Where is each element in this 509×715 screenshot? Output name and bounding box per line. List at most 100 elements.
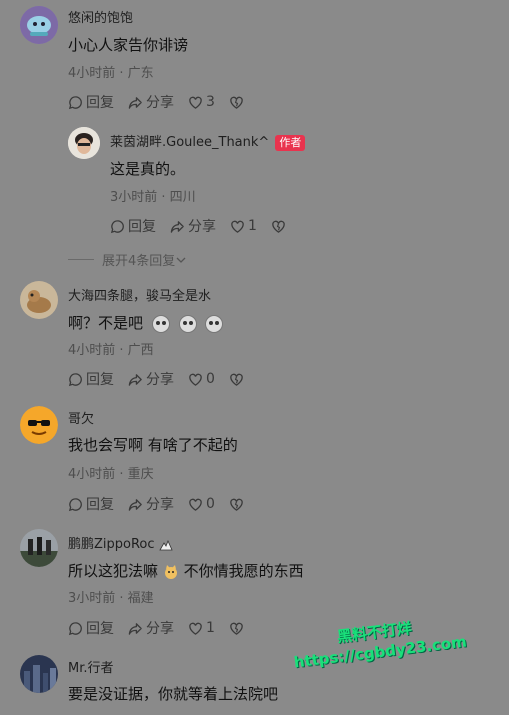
reply-label: 回复 bbox=[86, 95, 114, 111]
heart-icon bbox=[189, 373, 202, 386]
comment-icon bbox=[68, 372, 82, 386]
avatar[interactable] bbox=[20, 281, 58, 319]
like-count: 0 bbox=[206, 496, 215, 512]
dog-avatar-icon bbox=[20, 281, 58, 319]
share-icon bbox=[128, 622, 142, 635]
comment-meta: 4小时前 · 广东 bbox=[68, 66, 154, 81]
dislike-button[interactable] bbox=[229, 497, 247, 512]
broken-heart-icon bbox=[230, 622, 243, 635]
action-bar: 回复 分享 1 bbox=[110, 216, 303, 236]
avatar[interactable] bbox=[20, 406, 58, 444]
username[interactable]: 哥欠 bbox=[68, 408, 94, 427]
comment-meta: 4小时前 · 重庆 bbox=[68, 467, 154, 482]
reply-button[interactable]: 回复 bbox=[68, 369, 114, 389]
reply-button[interactable]: 回复 bbox=[110, 216, 156, 236]
city-night-avatar-icon bbox=[20, 655, 58, 693]
like-button[interactable]: 0 bbox=[188, 371, 215, 387]
reply-label: 回复 bbox=[86, 372, 114, 388]
chevron-down-icon bbox=[176, 257, 186, 263]
author-badge: 作者 bbox=[275, 135, 306, 151]
share-label: 分享 bbox=[146, 95, 174, 111]
share-button[interactable]: 分享 bbox=[170, 216, 216, 236]
comment-text: 所以这犯法嘛 不你情我愿的东西 bbox=[68, 560, 304, 581]
dislike-button[interactable] bbox=[271, 219, 289, 234]
share-button[interactable]: 分享 bbox=[128, 618, 174, 638]
comment-text: 啊？不是吧 bbox=[68, 312, 224, 333]
portrait-avatar-icon bbox=[68, 127, 100, 159]
comment-meta: 3小时前 · 四川 bbox=[110, 190, 196, 205]
broken-heart-icon bbox=[230, 373, 243, 386]
share-button[interactable]: 分享 bbox=[128, 494, 174, 514]
comment-meta: 3小时前 · 福建 bbox=[68, 591, 154, 606]
comment-text: 小心人家告你诽谤 bbox=[68, 36, 189, 54]
comment-text: 这是真的。 bbox=[110, 160, 186, 178]
action-bar: 回复 分享 0 bbox=[68, 494, 261, 514]
comment-item: 大海四条腿，骏马全是水 啊？不是吧 4小时前 · 广西 回复 分享 0 bbox=[0, 275, 509, 395]
comment-text-body: 啊？不是吧 bbox=[68, 314, 144, 332]
avatar[interactable] bbox=[68, 127, 100, 159]
heart-icon bbox=[189, 622, 202, 635]
comment-icon bbox=[110, 219, 124, 233]
dislike-button[interactable] bbox=[229, 95, 247, 110]
comment-text: 我也会写啊 有啥了不起的 bbox=[68, 436, 238, 454]
username[interactable]: Mr.行者 bbox=[68, 657, 114, 676]
comment-icon bbox=[68, 497, 82, 511]
broken-heart-icon bbox=[230, 498, 243, 511]
username[interactable]: 悠闲的饱饱 bbox=[68, 7, 133, 26]
emoji-icon bbox=[178, 314, 197, 333]
share-icon bbox=[170, 220, 184, 233]
dislike-button[interactable] bbox=[229, 621, 247, 636]
reply-label: 回复 bbox=[128, 219, 156, 235]
heart-icon bbox=[231, 220, 244, 233]
comment-item: 悠闲的饱饱 小心人家告你诽谤 4小时前 · 广东 回复 分享 3 bbox=[0, 0, 509, 120]
share-button[interactable]: 分享 bbox=[128, 369, 174, 389]
expand-replies-label: 展开4条回复 bbox=[102, 254, 176, 269]
avatar[interactable] bbox=[20, 655, 58, 693]
username-text: 莱茵湖畔.Goulee_Thank^ bbox=[110, 135, 270, 150]
comment-item: Mr.行者 要是没证据，你就等着上法院吧 bbox=[0, 650, 509, 715]
comment-text-part-a: 所以这犯法嘛 bbox=[68, 562, 159, 580]
mountain-icon bbox=[158, 539, 173, 550]
broken-heart-icon bbox=[272, 220, 285, 233]
emoji-icon bbox=[205, 314, 224, 333]
avatar[interactable] bbox=[20, 6, 58, 44]
comment-icon bbox=[68, 621, 82, 635]
divider bbox=[68, 259, 94, 260]
sunglasses-face-avatar-icon bbox=[20, 406, 58, 444]
like-button[interactable]: 0 bbox=[188, 496, 215, 512]
comment-meta: 4小时前 · 广西 bbox=[68, 343, 154, 358]
dislike-button[interactable] bbox=[229, 372, 247, 387]
comment-text-part-b: 不你情我愿的东西 bbox=[183, 562, 304, 580]
expand-replies-button[interactable]: 展开4条回复 bbox=[68, 250, 187, 269]
like-button[interactable]: 1 bbox=[188, 620, 215, 636]
username[interactable]: 莱茵湖畔.Goulee_Thank^ 作者 bbox=[110, 131, 306, 151]
like-count: 3 bbox=[206, 94, 215, 110]
cat-emoji-icon bbox=[164, 564, 177, 579]
username[interactable]: 鹏鹏ZippoRoc bbox=[68, 533, 173, 552]
share-icon bbox=[128, 96, 142, 109]
reply-label: 回复 bbox=[86, 497, 114, 513]
username[interactable]: 大海四条腿，骏马全是水 bbox=[68, 285, 211, 304]
action-bar: 回复 分享 0 bbox=[68, 369, 261, 389]
share-label: 分享 bbox=[146, 621, 174, 637]
avatar[interactable] bbox=[20, 529, 58, 567]
emoji-icon bbox=[151, 314, 170, 333]
share-label: 分享 bbox=[146, 497, 174, 513]
action-bar: 回复 分享 3 bbox=[68, 92, 261, 112]
comment-icon bbox=[68, 95, 82, 109]
reply-button[interactable]: 回复 bbox=[68, 92, 114, 112]
comment-item: 哥欠 我也会写啊 有啥了不起的 4小时前 · 重庆 回复 分享 0 bbox=[0, 400, 509, 520]
like-count: 1 bbox=[206, 620, 215, 636]
like-count: 1 bbox=[248, 218, 257, 234]
like-button[interactable]: 3 bbox=[188, 94, 215, 110]
share-label: 分享 bbox=[146, 372, 174, 388]
reply-button[interactable]: 回复 bbox=[68, 494, 114, 514]
like-button[interactable]: 1 bbox=[230, 218, 257, 234]
comment-text: 要是没证据，你就等着上法院吧 bbox=[68, 685, 279, 703]
group-photo-avatar-icon bbox=[20, 529, 58, 567]
reply-button[interactable]: 回复 bbox=[68, 618, 114, 638]
alien-avatar-icon bbox=[20, 6, 58, 44]
reply-label: 回复 bbox=[86, 621, 114, 637]
share-button[interactable]: 分享 bbox=[128, 92, 174, 112]
username-text: 鹏鹏ZippoRoc bbox=[68, 537, 155, 552]
